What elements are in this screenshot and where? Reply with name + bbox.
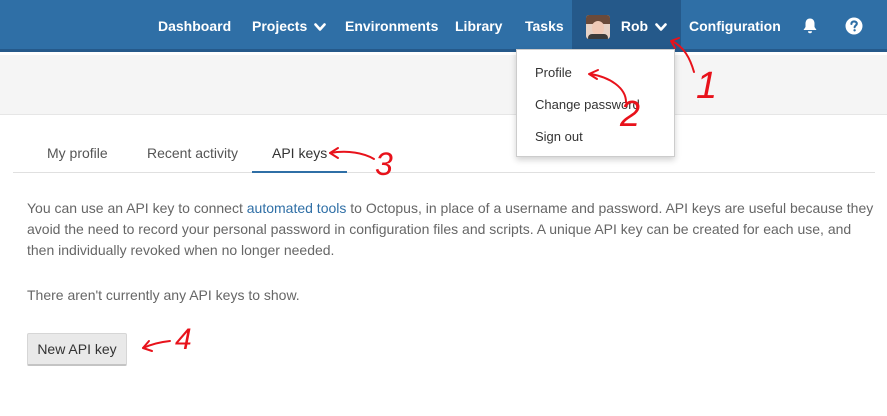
automated-tools-link[interactable]: automated tools bbox=[247, 200, 347, 216]
nav-dashboard[interactable]: Dashboard bbox=[158, 0, 231, 52]
help-icon bbox=[845, 17, 863, 35]
nav-user-name: Rob bbox=[620, 18, 649, 34]
tab-recent-activity[interactable]: Recent activity bbox=[127, 138, 258, 173]
nav-user-menu[interactable]: Rob bbox=[572, 0, 681, 52]
nav-library[interactable]: Library bbox=[455, 0, 502, 52]
new-api-key-button[interactable]: New API key bbox=[27, 333, 127, 366]
tab-my-profile[interactable]: My profile bbox=[27, 138, 128, 173]
description-text-start: You can use an API key to connect bbox=[27, 200, 247, 216]
nav-projects-label: Projects bbox=[252, 18, 308, 34]
annotation-arrow-4 bbox=[142, 340, 171, 349]
api-keys-description: You can use an API key to connect automa… bbox=[27, 198, 877, 261]
chevron-down-icon bbox=[655, 22, 667, 31]
avatar bbox=[586, 15, 610, 40]
page-header-band bbox=[0, 55, 887, 115]
bell-icon bbox=[803, 18, 817, 34]
annotation-number-4: 4 bbox=[175, 323, 192, 356]
profile-tabs: My profile Recent activity API keys bbox=[13, 138, 875, 173]
nav-configuration[interactable]: Configuration bbox=[689, 0, 781, 52]
user-dropdown-menu: Profile Change password Sign out bbox=[516, 49, 675, 157]
menu-item-sign-out[interactable]: Sign out bbox=[535, 129, 583, 144]
top-navigation: Dashboard Projects Environments Library … bbox=[0, 0, 887, 52]
nav-projects[interactable]: Projects bbox=[252, 0, 326, 52]
nav-environments[interactable]: Environments bbox=[345, 0, 438, 52]
tab-api-keys[interactable]: API keys bbox=[252, 138, 348, 173]
menu-item-profile[interactable]: Profile bbox=[535, 65, 572, 80]
empty-api-keys-message: There aren't currently any API keys to s… bbox=[27, 287, 300, 303]
annotation-arrowhead-4 bbox=[142, 340, 153, 352]
notifications-button[interactable] bbox=[799, 0, 821, 52]
chevron-down-icon bbox=[314, 22, 326, 31]
menu-item-change-password[interactable]: Change password bbox=[535, 97, 640, 112]
nav-tasks[interactable]: Tasks bbox=[525, 0, 564, 52]
help-button[interactable] bbox=[843, 0, 865, 52]
